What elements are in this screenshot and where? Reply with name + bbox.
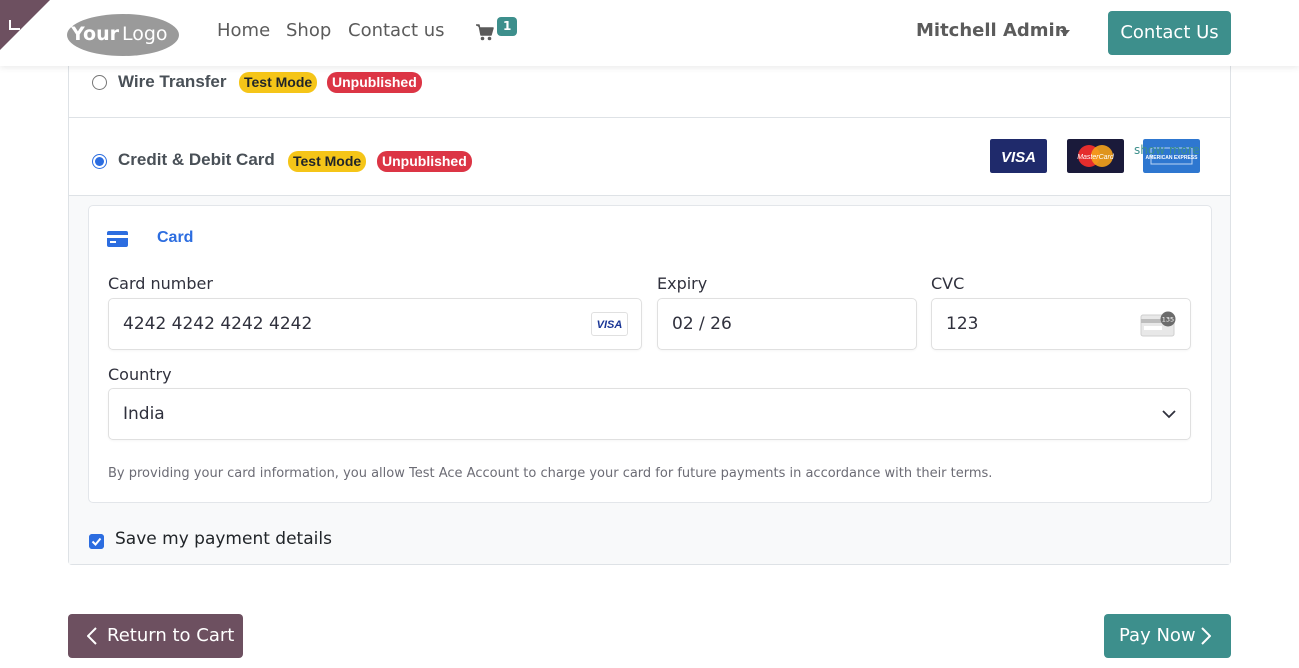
visa-card-icon: VISA <box>591 312 628 336</box>
return-to-cart-button[interactable]: Return to Cart <box>68 614 243 658</box>
card-form-area: Card Card number 4242 4242 4242 4242 VIS… <box>69 196 1230 564</box>
caret-down-icon[interactable] <box>1060 30 1070 36</box>
test-mode-badge: Test Mode <box>239 72 318 93</box>
save-payment-label[interactable]: Save my payment details <box>115 529 332 549</box>
pay-now-button[interactable]: Pay Now <box>1104 614 1231 658</box>
top-navbar: Your Logo Home Shop Contact us 1 Mitchel… <box>0 0 1299 66</box>
wire-transfer-label: Wire Transfer <box>118 72 227 91</box>
credit-card-radio[interactable] <box>92 154 107 169</box>
mastercard-logo: MasterCard <box>1067 139 1124 173</box>
contact-us-button[interactable]: Contact Us <box>1108 11 1231 55</box>
cvc-input[interactable]: 123 135 <box>931 298 1191 350</box>
stripe-card-element: Card Card number 4242 4242 4242 4242 VIS… <box>88 205 1212 503</box>
site-logo[interactable]: Your Logo <box>67 13 179 56</box>
expiry-label: Expiry <box>657 274 708 293</box>
chevron-down-icon <box>1162 410 1176 419</box>
logo-text-your: Your <box>70 23 120 45</box>
cvc-value: 123 <box>946 314 979 334</box>
expiry-value: 02 / 26 <box>672 314 732 334</box>
show-more-link[interactable]: show more <box>1134 143 1200 157</box>
unpublished-badge: Unpublished <box>377 151 472 172</box>
cvc-card-icon: 135 <box>1140 311 1176 337</box>
visa-logo-text: VISA <box>1001 149 1036 166</box>
country-value: India <box>123 404 165 424</box>
payment-option-credit-card[interactable]: Credit & Debit Card Test Mode Unpublishe… <box>69 118 1230 196</box>
chevron-right-icon <box>1201 627 1211 645</box>
shopping-cart-icon[interactable] <box>475 22 495 42</box>
country-select[interactable]: India <box>108 388 1191 440</box>
wire-transfer-radio[interactable] <box>92 75 107 90</box>
card-number-label: Card number <box>108 274 213 293</box>
nav-contact-us[interactable]: Contact us <box>348 20 445 41</box>
expiry-input[interactable]: 02 / 26 <box>657 298 917 350</box>
mastercard-logo-text: MasterCard <box>1077 154 1115 161</box>
credit-card-label: Credit & Debit Card <box>118 150 275 169</box>
pay-now-label: Pay Now <box>1119 625 1196 646</box>
card-number-value: 4242 4242 4242 4242 <box>123 314 313 334</box>
cvc-label: CVC <box>931 274 965 293</box>
user-menu[interactable]: Mitchell Admin <box>916 20 1068 41</box>
card-terms-text: By providing your card information, you … <box>108 466 993 481</box>
nav-home[interactable]: Home <box>217 20 270 41</box>
visa-mini-text: VISA <box>597 319 623 331</box>
nav-shop[interactable]: Shop <box>286 20 331 41</box>
visa-logo: VISA <box>990 139 1047 173</box>
test-mode-badge: Test Mode <box>288 151 367 172</box>
save-payment-checkbox[interactable] <box>89 534 104 549</box>
cart-count-badge[interactable]: 1 <box>497 17 518 36</box>
chevron-left-icon <box>87 627 97 645</box>
payment-methods-panel: Wire Transfer Test Mode Unpublished Cred… <box>68 40 1231 565</box>
logo-text-logo: Logo <box>122 23 168 45</box>
return-to-cart-label: Return to Cart <box>107 625 235 646</box>
card-number-input[interactable]: 4242 4242 4242 4242 VISA <box>108 298 642 350</box>
credit-card-icon[interactable] <box>107 231 128 247</box>
country-label: Country <box>108 365 172 384</box>
card-tab[interactable]: Card <box>157 229 193 247</box>
edit-corner-icon[interactable] <box>0 0 50 50</box>
cvc-icon-text: 135 <box>1162 316 1174 324</box>
unpublished-badge: Unpublished <box>327 72 422 93</box>
